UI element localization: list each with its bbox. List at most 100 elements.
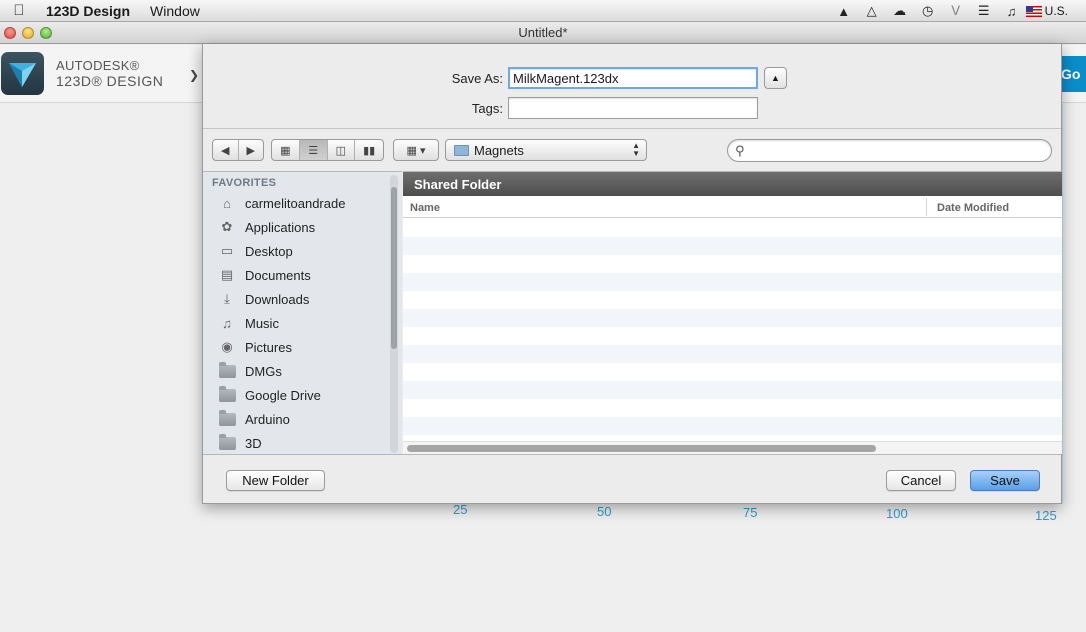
list-row — [403, 381, 1062, 399]
window-menu[interactable]: Window — [141, 3, 209, 19]
list-row — [403, 363, 1062, 381]
window-title: Untitled* — [518, 25, 568, 40]
sidebar-item-3d[interactable]: 3D — [217, 432, 389, 454]
chevron-down-icon[interactable]: ❯ — [189, 68, 199, 82]
history-nav: ◀ ▶ — [212, 139, 264, 161]
brand-autodesk: AUTODESK® — [56, 58, 140, 73]
horizontal-scroll-thumb[interactable] — [407, 445, 876, 452]
pictures-icon: ◉ — [221, 339, 233, 354]
grid-line — [1062, 104, 1086, 504]
sidebar-item-pictures[interactable]: ◉ Pictures — [217, 336, 389, 358]
bluetooth-icon[interactable]: ᐯ — [942, 0, 970, 22]
save-dialog: Save As: MilkMagent.123dx ▲ Tags: ◀ ▶ ▦ … — [202, 44, 1062, 504]
list-row — [403, 309, 1062, 327]
folder-icon — [217, 385, 237, 403]
list-row — [403, 237, 1062, 255]
forward-button[interactable]: ▶ — [239, 140, 264, 160]
menu-bar:  123D Design Window ▲ △ ☁ ◷ ᐯ ☰ ♫ U.S. — [0, 0, 1086, 22]
notification-bell-icon[interactable]: ▲ — [830, 0, 858, 22]
column-header-name[interactable]: Name — [410, 202, 440, 214]
sidebar-item-dmgs[interactable]: DMGs — [217, 360, 389, 382]
save-as-field[interactable]: MilkMagent.123dx — [508, 67, 758, 89]
sidebar-item-documents[interactable]: ▤ Documents — [217, 264, 389, 286]
list-view-button[interactable]: ☰ — [299, 140, 328, 160]
axis-label: 125 — [1035, 508, 1057, 523]
sidebar: FAVORITES ⌂ carmelitoandrade ✿ Applicati… — [203, 171, 402, 454]
column-header-date-modified[interactable]: Date Modified — [937, 202, 1009, 214]
search-field[interactable]: ⚲ — [727, 139, 1052, 162]
list-row — [403, 291, 1062, 309]
arrange-button[interactable]: ▦ ▾ — [393, 139, 439, 161]
sidebar-item-label: Arduino — [245, 411, 290, 427]
wifi-icon[interactable]: ☰ — [970, 0, 998, 22]
columns-icon: ◫ — [335, 144, 347, 157]
list-row — [403, 399, 1062, 417]
list-row — [403, 327, 1062, 345]
us-flag-icon[interactable] — [1025, 5, 1042, 17]
go-pro-button[interactable]: Go F — [1058, 56, 1086, 92]
folder-icon — [217, 361, 237, 379]
divider — [203, 128, 1061, 129]
sidebar-item-google-drive[interactable]: Google Drive — [217, 384, 389, 406]
time-machine-icon[interactable]: ◷ — [914, 0, 942, 22]
tags-label: Tags: — [471, 101, 503, 116]
save-as-label: Save As: — [451, 71, 503, 86]
sidebar-item-label: Applications — [245, 219, 316, 235]
location-popup[interactable]: Magnets ▲ ▼ — [445, 139, 647, 161]
cancel-button[interactable]: Cancel — [886, 470, 956, 491]
sidebar-item-label: carmelitoandrade — [245, 195, 346, 211]
folder-banner: Shared Folder — [403, 172, 1062, 196]
column-headers: Name Date Modified — [403, 196, 1062, 218]
sidebar-item-arduino[interactable]: Arduino — [217, 408, 389, 430]
arrange-menu[interactable]: ▦ ▾ — [394, 140, 438, 160]
arrange-grid-icon: ▦ ▾ — [406, 144, 426, 157]
app-menu[interactable]: 123D Design — [38, 3, 141, 19]
home-icon: ⌂ — [223, 195, 231, 211]
new-folder-button[interactable]: New Folder — [226, 470, 325, 491]
folder-icon — [217, 433, 237, 451]
search-icon: ⚲ — [735, 143, 745, 158]
back-arrow-icon: ◀ — [221, 144, 230, 157]
sidebar-item-desktop[interactable]: ▭ Desktop — [217, 240, 389, 262]
autodesk-logo — [1, 52, 44, 95]
list-row — [403, 255, 1062, 273]
location-value: Magnets — [474, 143, 524, 158]
sidebar-item-downloads[interactable]: ⤓ Downloads — [217, 288, 389, 310]
google-drive-icon[interactable]: △ — [858, 0, 886, 22]
expand-dialog-button[interactable]: ▲ — [764, 67, 787, 89]
sidebar-item-label: Music — [245, 315, 279, 331]
volume-icon[interactable]: ♫ — [998, 0, 1026, 22]
coverflow-icon: ▮▮ — [363, 144, 376, 157]
status-menus: ▲ △ ☁ ◷ ᐯ ☰ ♫ U.S. — [830, 0, 1086, 22]
coverflow-view-button[interactable]: ▮▮ — [355, 140, 383, 160]
sidebar-item-applications[interactable]: ✿ Applications — [217, 216, 389, 238]
input-locale[interactable]: U.S. — [1045, 4, 1086, 18]
back-button[interactable]: ◀ — [213, 140, 239, 160]
downloads-icon: ⤓ — [224, 291, 230, 306]
music-icon: ♫ — [222, 315, 232, 331]
file-list[interactable]: Shared Folder Name Date Modified — [403, 171, 1062, 454]
divider — [203, 454, 1061, 455]
column-divider[interactable] — [926, 198, 927, 216]
folder-icon — [454, 145, 469, 156]
icon-view-button[interactable]: ▦ — [272, 140, 300, 160]
sidebar-item-label: DMGs — [245, 363, 282, 379]
desktop-icon: ▭ — [220, 243, 234, 258]
cloud-sync-icon[interactable]: ☁ — [886, 0, 914, 22]
sidebar-item-music[interactable]: ♫ Music — [217, 312, 389, 334]
sidebar-item-home[interactable]: ⌂ carmelitoandrade — [217, 192, 389, 214]
sidebar-item-label: Pictures — [245, 339, 292, 355]
window-title-bar: Untitled* — [0, 22, 1086, 44]
apple-menu-icon[interactable]:  — [0, 2, 38, 19]
list-icon: ☰ — [308, 144, 319, 157]
axis-label: 100 — [886, 506, 908, 521]
applications-icon: ✿ — [221, 219, 233, 234]
sidebar-item-label: Desktop — [245, 243, 293, 259]
column-view-button[interactable]: ◫ — [328, 140, 356, 160]
tags-field[interactable] — [508, 97, 758, 119]
list-row — [403, 219, 1062, 237]
sidebar-scroll-thumb[interactable] — [391, 187, 397, 349]
popup-arrows-icon: ▲ ▼ — [632, 141, 640, 158]
save-button[interactable]: Save — [970, 470, 1040, 491]
documents-icon: ▤ — [220, 267, 234, 282]
